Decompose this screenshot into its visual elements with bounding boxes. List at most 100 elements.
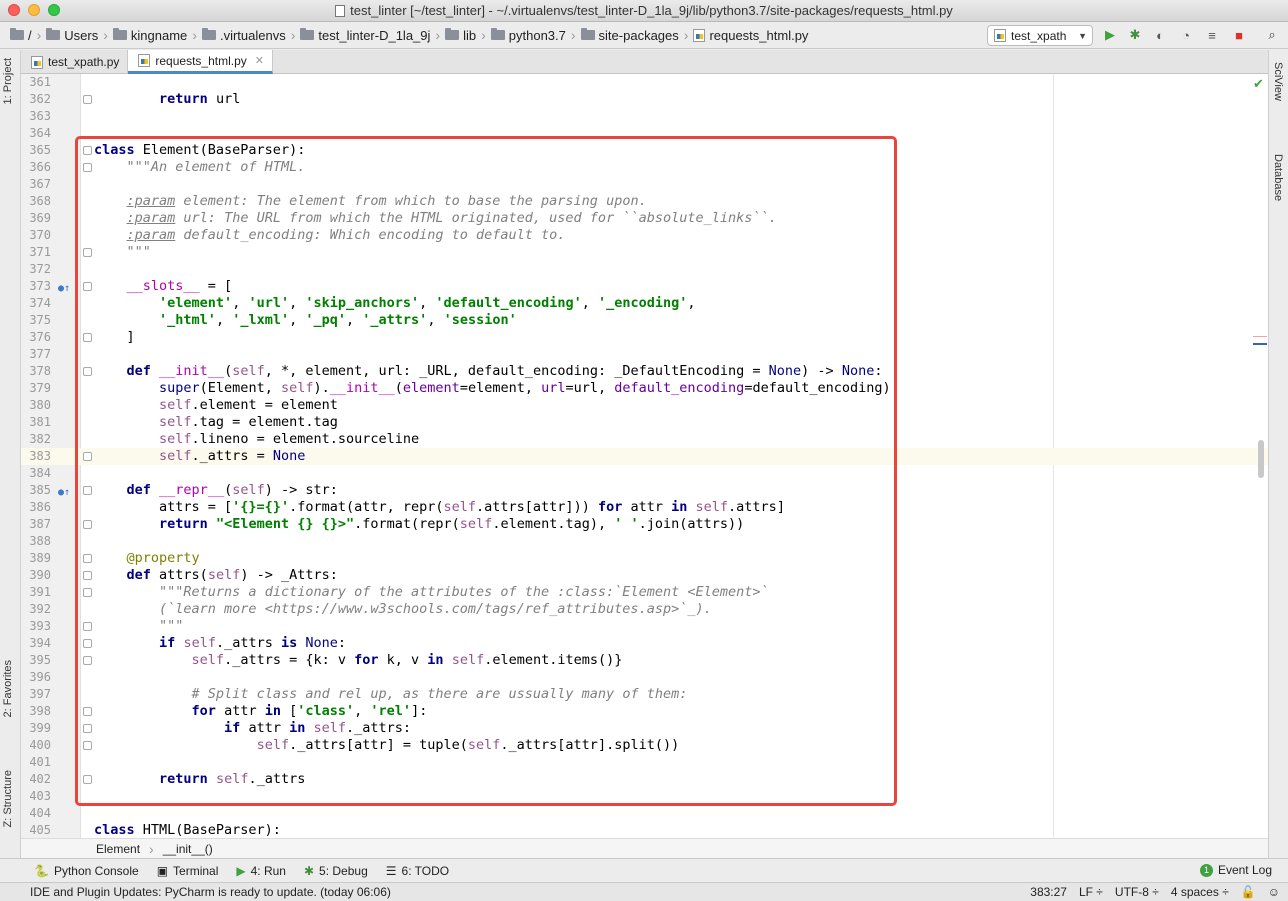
crumb-virtualenvs[interactable]: .virtualenvs xyxy=(198,28,290,43)
indent-setting[interactable]: 4 spaces ÷ xyxy=(1171,885,1229,899)
code-line[interactable]: 370 :param default_encoding: Which encod… xyxy=(21,227,1268,244)
code-line[interactable]: 405 class HTML(BaseParser): xyxy=(21,822,1268,838)
code-line[interactable]: 396 xyxy=(21,669,1268,686)
code-line[interactable]: 389 @property xyxy=(21,550,1268,567)
code-line[interactable]: 361 xyxy=(21,74,1268,91)
crumb-root[interactable]: / xyxy=(6,28,36,43)
status-message[interactable]: IDE and Plugin Updates: PyCharm is ready… xyxy=(0,885,391,899)
crumb-users[interactable]: Users xyxy=(42,28,102,43)
stop-icon[interactable]: ■ xyxy=(1231,27,1247,43)
concurrency-icon[interactable]: ≡ xyxy=(1204,27,1220,43)
code-line[interactable]: 373 ●↑ __slots__ = [ xyxy=(21,278,1268,295)
code-line[interactable]: 385 ●↑ def __repr__(self) -> str: xyxy=(21,482,1268,499)
code-line[interactable]: 392 (`learn more <https://www.w3schools.… xyxy=(21,601,1268,618)
python-console-button[interactable]: 🐍 Python Console xyxy=(34,864,139,878)
code-line[interactable]: 362 return url xyxy=(21,91,1268,108)
search-icon[interactable]: ⌕ xyxy=(1264,27,1280,43)
code-line[interactable]: 363 xyxy=(21,108,1268,125)
fold-toggle-icon[interactable] xyxy=(83,775,92,784)
code-line[interactable]: 391 """Returns a dictionary of the attri… xyxy=(21,584,1268,601)
profile-icon[interactable]: ◔ xyxy=(1178,27,1194,43)
fold-toggle-icon[interactable] xyxy=(83,486,92,495)
fold-toggle-icon[interactable] xyxy=(83,282,92,291)
code-line[interactable]: 372 xyxy=(21,261,1268,278)
maximize-window-button[interactable] xyxy=(48,4,60,16)
debug-icon[interactable]: ✱ xyxy=(1127,27,1143,43)
minimize-window-button[interactable] xyxy=(28,4,40,16)
fold-toggle-icon[interactable] xyxy=(83,707,92,716)
fold-toggle-icon[interactable] xyxy=(83,554,92,563)
crumb-lib[interactable]: lib xyxy=(441,28,480,43)
database-tool-tab[interactable]: Database xyxy=(1272,154,1284,201)
crumb-python[interactable]: python3.7 xyxy=(487,28,570,43)
code-line[interactable]: 390 def attrs(self) -> _Attrs: xyxy=(21,567,1268,584)
code-line[interactable]: 402 return self._attrs xyxy=(21,771,1268,788)
code-line[interactable]: 397 # Split class and rel up, as there a… xyxy=(21,686,1268,703)
project-tool-tab[interactable]: 1: Project xyxy=(2,58,14,104)
fold-toggle-icon[interactable] xyxy=(83,367,92,376)
fold-toggle-icon[interactable] xyxy=(83,741,92,750)
fold-toggle-icon[interactable] xyxy=(83,333,92,342)
fold-toggle-icon[interactable] xyxy=(83,571,92,580)
vertical-scrollbar[interactable] xyxy=(1258,440,1264,478)
fold-toggle-icon[interactable] xyxy=(83,248,92,257)
line-separator[interactable]: LF ÷ xyxy=(1079,885,1103,899)
code-line[interactable]: 378 def __init__(self, *, element, url: … xyxy=(21,363,1268,380)
code-line[interactable]: 383 self._attrs = None xyxy=(21,448,1268,465)
code-line[interactable]: 377 xyxy=(21,346,1268,363)
code-line[interactable]: 367 xyxy=(21,176,1268,193)
code-line[interactable]: 395 self._attrs = {k: v for k, v in self… xyxy=(21,652,1268,669)
code-line[interactable]: 393 """ xyxy=(21,618,1268,635)
run-configuration-select[interactable]: test_xpath ▼ xyxy=(987,25,1093,46)
fold-toggle-icon[interactable] xyxy=(83,452,92,461)
code-line[interactable]: 403 xyxy=(21,788,1268,805)
code-line[interactable]: 376 ] xyxy=(21,329,1268,346)
error-stripe-marker[interactable] xyxy=(1253,336,1267,337)
code-line[interactable]: 394 if self._attrs is None: xyxy=(21,635,1268,652)
close-tab-icon[interactable]: ✕ xyxy=(255,54,264,67)
code-line[interactable]: 401 xyxy=(21,754,1268,771)
tab-test-xpath[interactable]: test_xpath.py xyxy=(21,50,129,74)
code-line[interactable]: 400 self._attrs[attr] = tuple(self._attr… xyxy=(21,737,1268,754)
run-button[interactable]: ▶ 4: Run xyxy=(236,864,286,878)
fold-toggle-icon[interactable] xyxy=(83,520,92,529)
code-line[interactable]: 365 class Element(BaseParser): xyxy=(21,142,1268,159)
code-line[interactable]: 366 """An element of HTML. xyxy=(21,159,1268,176)
event-log-button[interactable]: 1 Event Log xyxy=(1199,863,1272,877)
coverage-icon[interactable]: ◐ xyxy=(1152,27,1168,43)
fold-toggle-icon[interactable] xyxy=(83,95,92,104)
fold-toggle-icon[interactable] xyxy=(83,656,92,665)
structure-tool-tab[interactable]: Z: Structure xyxy=(2,770,14,827)
code-line[interactable]: 368 :param element: The element from whi… xyxy=(21,193,1268,210)
code-crumb-class[interactable]: Element xyxy=(96,842,140,856)
code-line[interactable]: 382 self.lineno = element.sourceline xyxy=(21,431,1268,448)
code-line[interactable]: 386 attrs = ['{}={}'.format(attr, repr(s… xyxy=(21,499,1268,516)
code-line[interactable]: 371 """ xyxy=(21,244,1268,261)
todo-button[interactable]: ☰ 6: TODO xyxy=(386,864,449,878)
code-line[interactable]: 380 self.element = element xyxy=(21,397,1268,414)
code-line[interactable]: 381 self.tag = element.tag xyxy=(21,414,1268,431)
code-line[interactable]: 388 xyxy=(21,533,1268,550)
debug-button[interactable]: ✱ 5: Debug xyxy=(304,864,368,878)
run-icon[interactable]: ▶ xyxy=(1102,27,1118,43)
code-line[interactable]: 398 for attr in ['class', 'rel']: xyxy=(21,703,1268,720)
fold-toggle-icon[interactable] xyxy=(83,163,92,172)
code-line[interactable]: 375 '_html', '_lxml', '_pq', '_attrs', '… xyxy=(21,312,1268,329)
caret-position[interactable]: 383:27 xyxy=(1030,885,1067,899)
favorites-tool-tab[interactable]: 2: Favorites xyxy=(2,660,14,717)
close-window-button[interactable] xyxy=(8,4,20,16)
inspector-icon[interactable]: ☺ xyxy=(1268,885,1280,899)
error-stripe-marker[interactable] xyxy=(1253,343,1267,345)
code-line[interactable]: 399 if attr in self._attrs: xyxy=(21,720,1268,737)
crumb-env[interactable]: test_linter-D_1la_9j xyxy=(296,28,434,43)
crumb-kingname[interactable]: kingname xyxy=(109,28,191,43)
tab-requests-html[interactable]: requests_html.py ✕ xyxy=(128,50,273,74)
fold-toggle-icon[interactable] xyxy=(83,724,92,733)
code-line[interactable]: 384 xyxy=(21,465,1268,482)
code-line[interactable]: 374 'element', 'url', 'skip_anchors', 'd… xyxy=(21,295,1268,312)
fold-toggle-icon[interactable] xyxy=(83,146,92,155)
code-line[interactable]: 364 xyxy=(21,125,1268,142)
code-line[interactable]: 369 :param url: The URL from which the H… xyxy=(21,210,1268,227)
terminal-button[interactable]: ▣ Terminal xyxy=(157,864,219,878)
code-line[interactable]: 387 return "<Element {} {}>".format(repr… xyxy=(21,516,1268,533)
